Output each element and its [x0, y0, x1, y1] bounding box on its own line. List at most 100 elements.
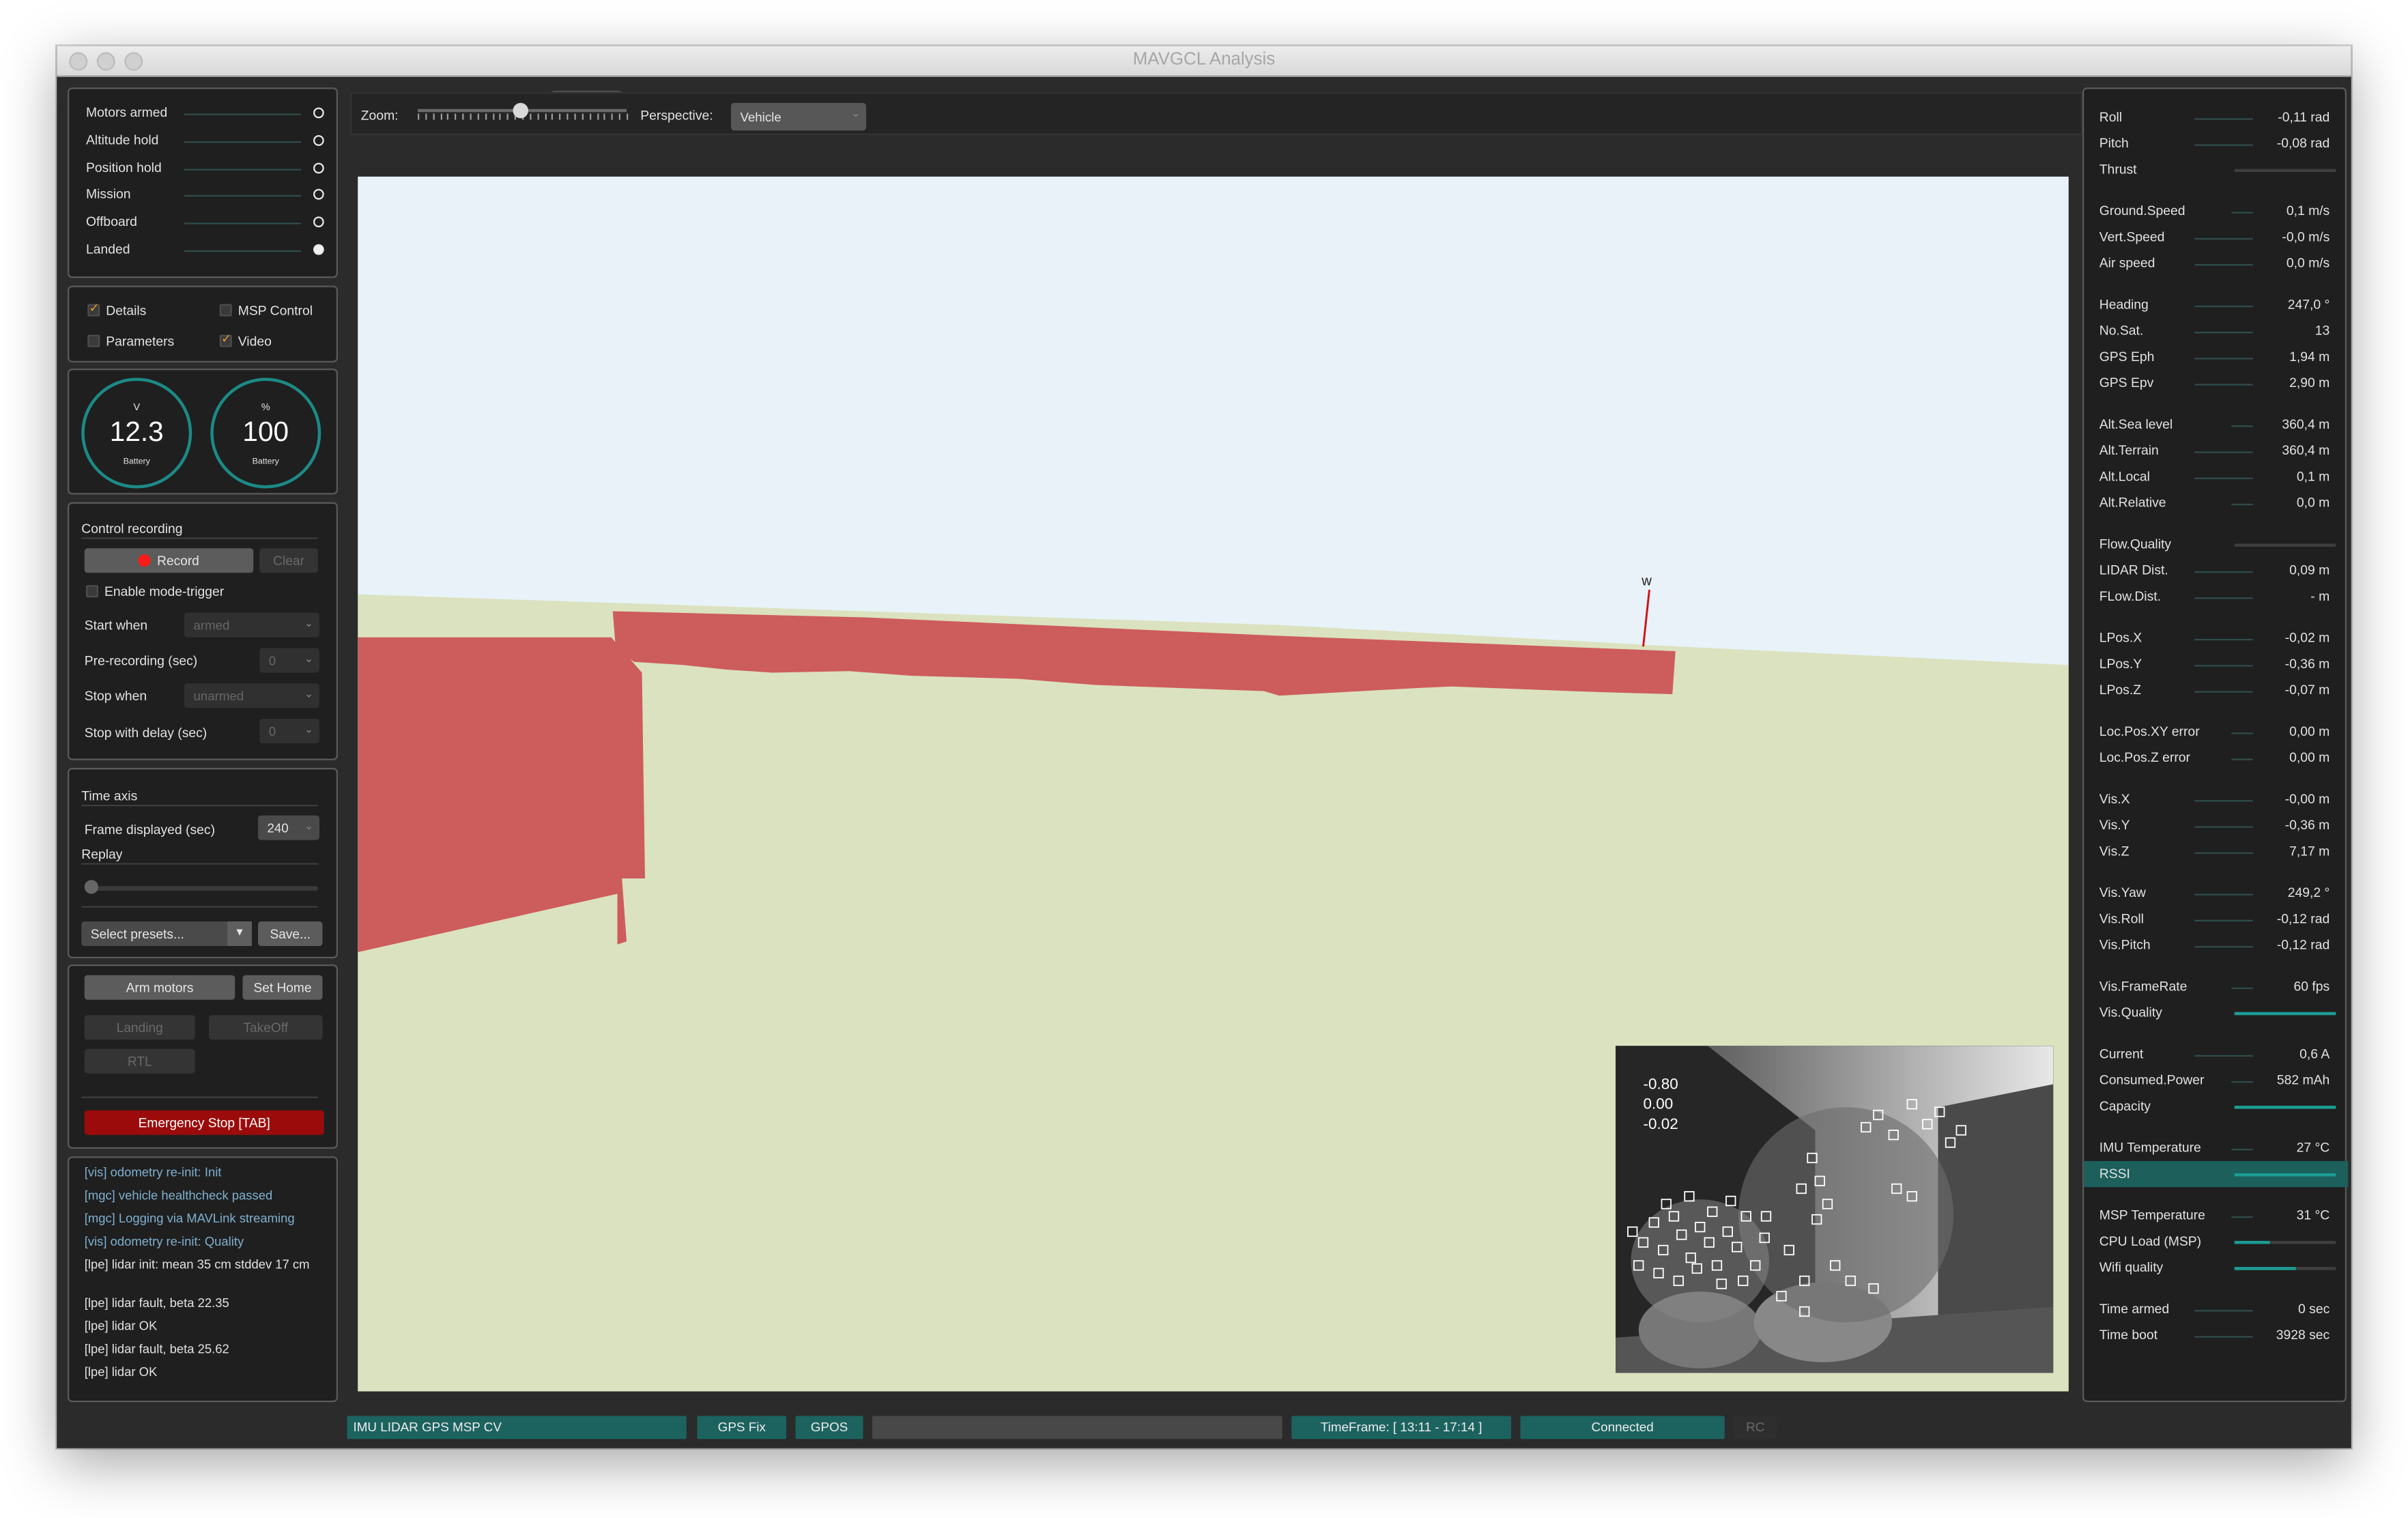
zoom-tick — [507, 113, 509, 120]
mode-indicator-line — [184, 141, 301, 143]
telemetry-name: Capacity — [2099, 1098, 2151, 1114]
telemetry-value: -0,12 rad — [2276, 936, 2330, 953]
telemetry-row: Alt.Sea level 360,4 m — [2084, 412, 2348, 438]
telemetry-bar-fill — [2234, 1267, 2295, 1270]
clear-button[interactable]: Clear — [259, 548, 318, 573]
frame-displayed-select[interactable]: 240 ⌄ — [258, 815, 319, 840]
commands-panel: Arm motors Set Home Landing TakeOff RTL … — [68, 964, 338, 1149]
zoom-slider-handle[interactable] — [512, 102, 528, 119]
divider — [81, 1096, 318, 1098]
telemetry-value: 0,6 A — [2299, 1046, 2330, 1061]
replay-slider-track[interactable] — [87, 886, 318, 891]
telemetry-line — [2231, 1149, 2253, 1151]
telemetry-bar — [2234, 1173, 2336, 1177]
chevron-down-icon: ⌄ — [304, 821, 313, 833]
telemetry-value: 60 fps — [2293, 978, 2330, 994]
telemetry-value: 360,4 m — [2282, 442, 2330, 458]
zoom-tick — [604, 113, 606, 120]
gauge-unit: % — [261, 402, 270, 414]
progress-status — [872, 1416, 1282, 1440]
camera-overlay-value: -0.02 — [1643, 1116, 1678, 1134]
telemetry-line — [2194, 477, 2253, 479]
stop-when-select[interactable]: unarmed ⌄ — [184, 683, 319, 708]
telemetry-row: Ground.Speed 0,1 m/s — [2084, 198, 2348, 224]
telemetry-line — [2231, 425, 2253, 427]
record-button[interactable]: Record — [84, 548, 254, 573]
landing-button[interactable]: Landing — [84, 1015, 195, 1040]
telemetry-bar — [2234, 543, 2336, 547]
telemetry-line — [2194, 893, 2253, 896]
telemetry-line — [2231, 504, 2253, 506]
zoom-tick — [559, 113, 561, 120]
view-toolbar: Zoom: Perspective: Vehicle ⌄ — [350, 92, 2082, 135]
zoom-tick — [432, 113, 435, 120]
telemetry-name: Vis.Roll — [2099, 911, 2144, 926]
telemetry-name: Ground.Speed — [2099, 203, 2185, 218]
telemetry-bar — [2234, 1106, 2336, 1109]
save-preset-button[interactable]: Save... — [258, 921, 323, 946]
telemetry-row: IMU Temperature 27 °C — [2084, 1135, 2348, 1161]
parameters-checkbox[interactable] — [87, 334, 100, 347]
telemetry-name: Thrust — [2099, 161, 2137, 177]
telemetry-line — [2194, 384, 2253, 386]
chevron-down-icon: ⌄ — [304, 618, 313, 630]
log-entry: [lpe] lidar OK — [84, 1365, 158, 1379]
presets-select[interactable]: Select presets... ▼ — [81, 921, 252, 946]
zoom-tick — [492, 113, 494, 120]
chevron-down-icon: ⌄ — [304, 654, 313, 665]
stop-delay-select[interactable]: 0 ⌄ — [259, 719, 319, 743]
mode-indicator-icon — [313, 107, 324, 119]
telemetry-value: 27 °C — [2296, 1139, 2330, 1156]
telemetry-name: Alt.Relative — [2099, 494, 2166, 511]
zoom-tick — [440, 113, 442, 120]
gauge-unit: V — [133, 402, 141, 414]
telemetry-line — [2194, 1310, 2253, 1312]
vehicle-marker — [1642, 589, 1650, 647]
telemetry-name: Alt.Sea level — [2099, 416, 2173, 432]
telemetry-name: LIDAR Dist. — [2099, 562, 2168, 578]
msp-control-checkbox[interactable] — [219, 304, 232, 317]
telemetry-line — [2194, 691, 2253, 693]
set-home-button[interactable]: Set Home — [242, 975, 323, 1000]
camera-overlay-value: 0.00 — [1643, 1096, 1674, 1114]
gps-fix-status: GPS Fix — [697, 1416, 786, 1440]
mode-indicator-line — [184, 223, 301, 225]
recording-heading: Control recording — [81, 520, 183, 536]
telemetry-value: 0,00 m — [2289, 749, 2330, 765]
mode-trigger-checkbox[interactable] — [86, 585, 98, 598]
zoom-slider[interactable] — [418, 102, 629, 126]
arm-motors-button[interactable]: Arm motors — [84, 975, 235, 1000]
mode-indicator-icon — [313, 162, 324, 173]
rtl-button[interactable]: RTL — [84, 1048, 195, 1074]
telemetry-line — [2194, 238, 2253, 240]
chevron-down-icon: ⌄ — [304, 689, 313, 700]
telemetry-row: Vis.Pitch -0,12 rad — [2084, 932, 2348, 958]
replay-slider-handle[interactable] — [84, 880, 98, 894]
telemetry-value: 3928 sec — [2276, 1327, 2330, 1343]
gauge-value: 100 — [242, 416, 289, 447]
prerecording-select[interactable]: 0 ⌄ — [259, 648, 319, 673]
telemetry-name: Pitch — [2099, 135, 2129, 151]
telemetry-value: 0,00 m — [2289, 723, 2330, 739]
telemetry-line — [2231, 1081, 2253, 1083]
video-checkbox[interactable] — [219, 332, 232, 347]
battery-voltage-gauge: V 12.3 Battery — [81, 377, 192, 489]
telemetry-name: LPos.Z — [2099, 682, 2142, 698]
takeoff-button[interactable]: TakeOff — [209, 1015, 323, 1040]
telemetry-line — [2194, 1336, 2253, 1338]
details-checkbox[interactable] — [87, 301, 100, 317]
telemetry-row: Wifi quality — [2084, 1255, 2348, 1280]
mode-indicator-icon — [313, 244, 324, 255]
telemetry-name: Flow.Quality — [2099, 536, 2172, 552]
mode-trigger-label: Enable mode-trigger — [104, 584, 225, 599]
telemetry-name: Alt.Local — [2099, 468, 2150, 484]
connection-status: Connected — [1520, 1416, 1725, 1440]
gauge-value: 12.3 — [109, 416, 164, 447]
emergency-stop-button[interactable]: Emergency Stop [TAB] — [84, 1110, 324, 1135]
start-when-select[interactable]: armed ⌄ — [184, 612, 319, 638]
3d-viewport[interactable]: w -0.80 0.00 -0.02 — [358, 176, 2069, 1392]
telemetry-line — [2194, 358, 2253, 360]
telemetry-line — [2194, 305, 2253, 307]
telemetry-row: Vis.Z 7,17 m — [2084, 839, 2348, 865]
perspective-select[interactable]: Vehicle ⌄ — [731, 102, 866, 131]
